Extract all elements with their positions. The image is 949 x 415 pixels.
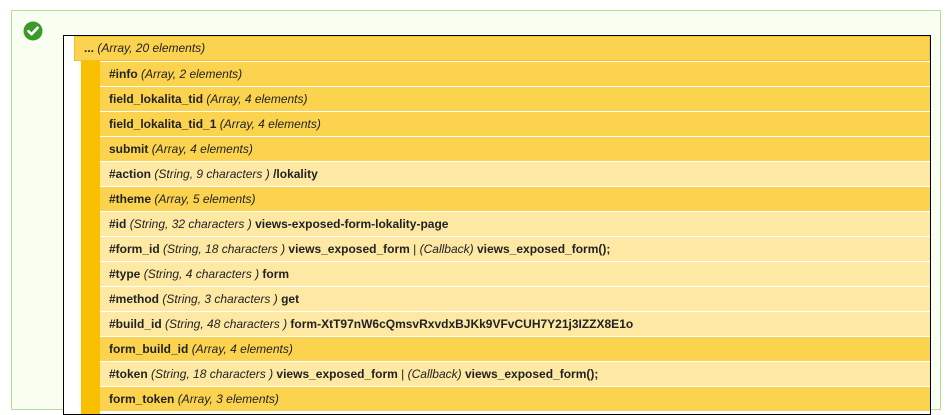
row-value: form (262, 267, 290, 281)
row-separator: | (401, 367, 405, 381)
row-callback-type: (Callback) (419, 242, 474, 256)
row-type: (Array, 4 elements) (191, 342, 293, 356)
krumo-row: #type (String, 4 characters ) form (100, 261, 930, 286)
row-type: (Array, 2 elements) (141, 67, 243, 81)
row-key: field_lokalita_tid_1 (109, 117, 217, 131)
row-value: views_exposed_form (288, 242, 410, 256)
root-type: (Array, 20 elements) (97, 41, 206, 55)
row-separator: | (413, 242, 417, 256)
row-key: #build_id (109, 317, 162, 331)
row-key: #theme (109, 192, 152, 206)
krumo-rows: #info (Array, 2 elements) field_lokalita_… (100, 61, 930, 411)
status-message-box: ... (Array, 20 elements) #info (Array, 2… (11, 10, 941, 415)
row-callback: views_exposed_form(); (464, 367, 599, 381)
krumo-debug-tree: ... (Array, 20 elements) #info (Array, 2… (63, 35, 931, 415)
krumo-row[interactable]: field_lokalita_tid (Array, 4 elements) (100, 86, 930, 111)
krumo-row: #form_id (String, 18 characters ) views_… (100, 236, 930, 261)
krumo-row[interactable]: submit (Array, 4 elements) (100, 136, 930, 161)
krumo-row: #method (String, 3 characters ) get (100, 286, 930, 311)
row-key: form_build_id (109, 342, 189, 356)
krumo-row: #build_id (String, 48 characters ) form-… (100, 311, 930, 336)
row-value: get (281, 292, 300, 306)
krumo-nest: #info (Array, 2 elements) field_lokalita_… (81, 61, 930, 414)
row-type: (Array, 5 elements) (154, 192, 256, 206)
row-key: #type (109, 267, 141, 281)
row-type: (String, 9 characters ) (154, 167, 270, 181)
root-label: ... (84, 41, 95, 55)
krumo-row[interactable]: field_lokalita_tid_1 (Array, 4 elements) (100, 111, 930, 136)
row-key: #info (109, 67, 138, 81)
krumo-row[interactable]: form_build_id (Array, 4 elements) (100, 336, 930, 361)
row-type: (String, 3 characters ) (162, 292, 278, 306)
row-type: (String, 48 characters ) (165, 317, 288, 331)
row-value: form-XtT97nW6cQmsvRxvdxBJKk9VFvCUH7Y21j3… (290, 317, 634, 331)
row-key: #method (109, 292, 160, 306)
row-value: views_exposed_form (276, 367, 398, 381)
row-type: (String, 4 characters ) (143, 267, 260, 281)
row-value: views-exposed-form-lokality-page (255, 217, 449, 231)
row-type: (String, 32 characters ) (129, 217, 252, 231)
row-callback-type: (Callback) (407, 367, 462, 381)
krumo-nest-gutter (81, 61, 100, 414)
krumo-row[interactable]: #info (Array, 2 elements) (100, 61, 930, 86)
row-key: submit (109, 142, 149, 156)
krumo-row[interactable]: form_token (Array, 3 elements) (100, 386, 930, 411)
row-type: (Array, 4 elements) (151, 142, 253, 156)
row-key: #token (109, 367, 148, 381)
checkmark-circle-icon (23, 21, 43, 41)
row-value: /lokality (273, 167, 318, 181)
row-type: (Array, 4 elements) (219, 117, 321, 131)
row-key: #id (109, 217, 127, 231)
row-key: #action (109, 167, 152, 181)
row-type: (String, 18 characters ) (163, 242, 286, 256)
krumo-root-row[interactable]: ... (Array, 20 elements) (74, 36, 930, 61)
row-type: (Array, 3 elements) (177, 392, 279, 406)
row-type: (Array, 4 elements) (206, 92, 308, 106)
krumo-row[interactable]: #theme (Array, 5 elements) (100, 186, 930, 211)
row-key: #form_id (109, 242, 160, 256)
krumo-row: #action (String, 9 characters ) /lokalit… (100, 161, 930, 186)
krumo-row: #id (String, 32 characters ) views-expos… (100, 211, 930, 236)
krumo-row: #token (String, 18 characters ) views_ex… (100, 361, 930, 386)
row-callback: views_exposed_form(); (476, 242, 611, 256)
row-key: field_lokalita_tid (109, 92, 204, 106)
row-key: form_token (109, 392, 175, 406)
row-type: (String, 18 characters ) (151, 367, 274, 381)
